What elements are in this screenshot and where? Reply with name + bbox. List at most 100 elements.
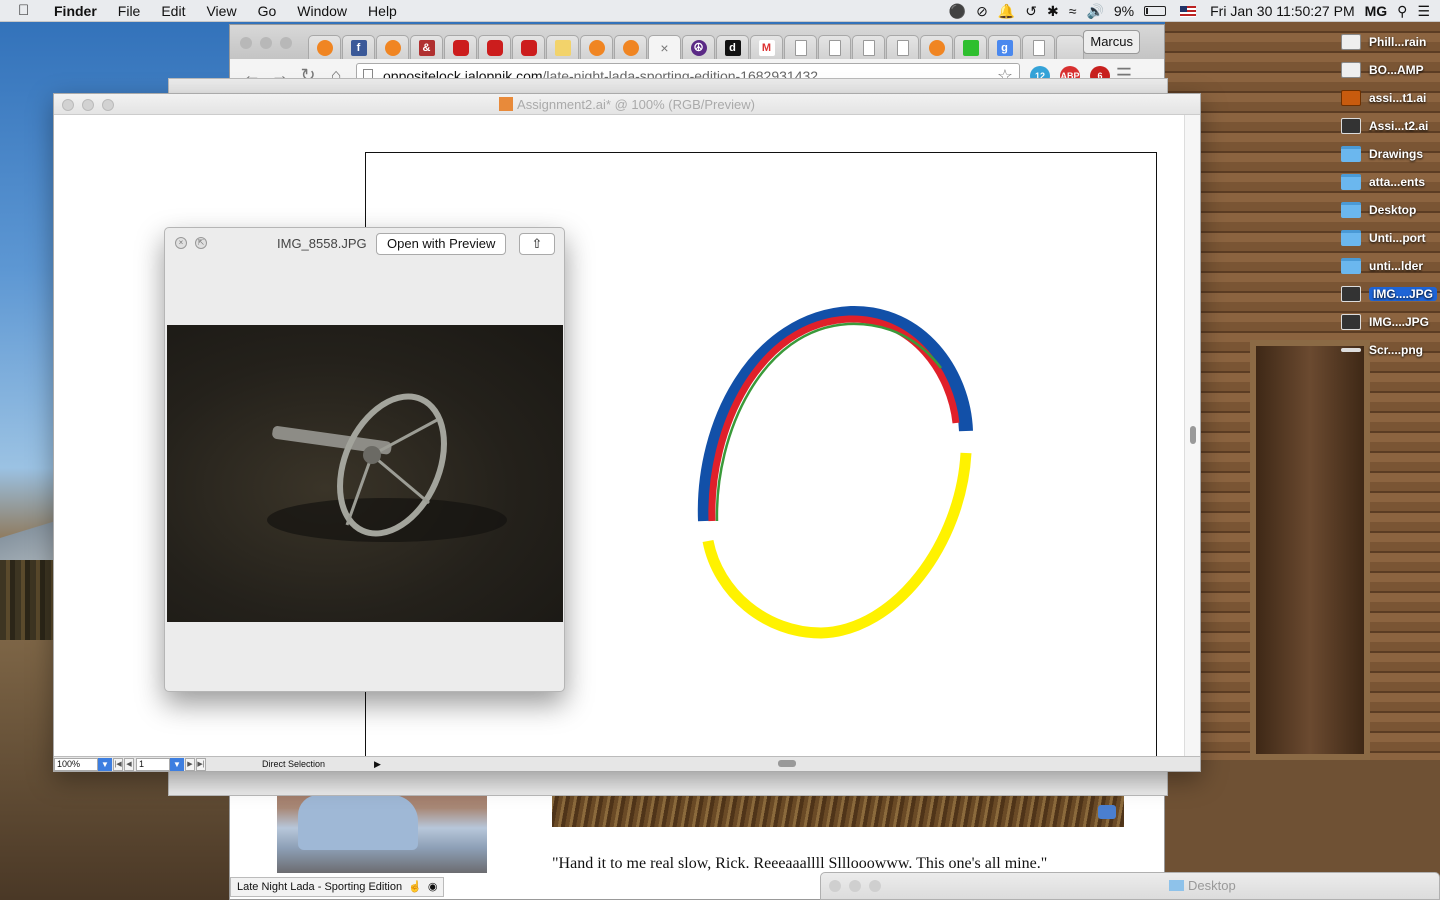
menu-go[interactable]: Go [258,3,277,19]
browser-tab[interactable]: M [750,35,783,59]
camera-icon[interactable] [1098,805,1116,819]
fullscreen-icon[interactable]: ⇱ [195,237,207,249]
close-window-button[interactable] [62,99,74,111]
browser-tab[interactable] [444,35,477,59]
zoom-field[interactable]: 100% [54,757,98,771]
desktop-icon-item[interactable]: Phill...rain [1338,28,1438,56]
notification-center-icon[interactable]: ☰ [1417,3,1430,20]
menu-edit[interactable]: Edit [161,3,185,19]
prev-artboard-icon[interactable]: ◀ [124,757,134,771]
minimize-window-button[interactable] [849,880,861,892]
zoom-window-button[interactable] [280,37,292,49]
close-window-button[interactable] [829,880,841,892]
battery-percent[interactable]: 9% [1114,3,1134,19]
browser-tab[interactable] [784,35,817,59]
browser-tab[interactable] [818,35,851,59]
clock[interactable]: Fri Jan 30 11:50:27 PM [1210,3,1354,19]
browser-tab[interactable]: × [648,35,681,59]
desktop-icon-item[interactable]: BO...AMP [1338,56,1438,84]
image-file-icon [1341,286,1361,302]
current-tool-label[interactable]: Direct Selection [262,759,374,769]
desktop-icon-item[interactable]: Assi...t2.ai [1338,112,1438,140]
minimize-window-button[interactable] [82,99,94,111]
browser-tab[interactable] [886,35,919,59]
browser-tab[interactable] [546,35,579,59]
desktop-icon-item[interactable]: Desktop [1338,196,1438,224]
finder-desktop-window[interactable]: Desktop [820,872,1440,900]
horizontal-scroll-thumb[interactable] [778,760,796,767]
spotlight-search-icon[interactable]: ⚲ [1397,3,1407,20]
desktop-icon-item[interactable]: Unti...port [1338,224,1438,252]
user-menu[interactable]: MG [1365,3,1388,19]
folder-icon [1341,230,1361,246]
tab-strip: f & × ☮ d Mg Marcus [230,25,1164,59]
app-menu[interactable]: Finder [54,3,97,19]
close-window-button[interactable] [240,37,252,49]
desktop-icon-item[interactable]: IMG....JPG [1338,280,1438,308]
time-machine-icon[interactable]: ↺ [1025,3,1037,20]
red-arc[interactable] [708,315,960,522]
desktop-icon-item[interactable]: atta...ents [1338,168,1438,196]
desktop-icon-item[interactable]: unti...lder [1338,252,1438,280]
browser-tab[interactable]: & [410,35,443,59]
browser-tab[interactable]: d [716,35,749,59]
browser-tab[interactable]: g [988,35,1021,59]
next-artboard-icon[interactable]: ▶ [185,757,195,771]
artboard-dropdown-icon[interactable]: ▼ [170,757,184,771]
quicklook-panel[interactable]: × ⇱ IMG_8558.JPG Open with Preview ⇧ [164,227,565,692]
battery-icon[interactable] [1144,6,1167,16]
notification-bell-icon[interactable]: 🔔 [998,3,1015,20]
desktop-icon-item[interactable]: IMG....JPG [1338,308,1438,336]
volume-icon[interactable]: 🔊 [1086,3,1103,20]
zoom-window-button[interactable] [869,880,881,892]
wifi-icon[interactable]: ≈ [1069,3,1077,19]
browser-tab[interactable] [954,35,987,59]
input-source-flag-icon[interactable] [1180,5,1197,17]
desktop-icons: Phill...rain BO...AMP assi...t1.ai Assi...t… [1338,28,1438,364]
browser-tab[interactable] [376,35,409,59]
browser-tab[interactable] [580,35,613,59]
artboard-number-field[interactable]: 1 [136,757,170,771]
browser-tab[interactable] [1022,35,1055,59]
menu-view[interactable]: View [206,3,236,19]
browser-tab[interactable] [308,35,341,59]
menu-file[interactable]: File [118,3,141,19]
browser-tab[interactable] [512,35,545,59]
menu-help[interactable]: Help [368,3,397,19]
desktop-icon-label: Phill...rain [1369,35,1427,49]
blue-arc[interactable] [697,305,973,522]
last-artboard-icon[interactable]: ▶| [196,757,206,771]
link-status-tooltip: Late Night Lada - Sporting Edition ☝ ◉ [230,877,445,897]
vertical-scrollbar[interactable] [1184,115,1200,758]
close-icon[interactable]: × [175,237,187,249]
green-arc[interactable] [715,322,942,522]
illustrator-statusbar: 100% ▼ |◀ ◀ 1 ▼ ▶ ▶| Direct Selection ▶ [54,756,1200,771]
profile-button[interactable]: Marcus [1083,30,1140,54]
bluetooth-icon[interactable]: ✱ [1047,3,1059,20]
minimize-window-button[interactable] [260,37,272,49]
zoom-dropdown-icon[interactable]: ▼ [98,757,112,771]
browser-tab[interactable] [614,35,647,59]
desktop-icon-item[interactable]: Scr....png [1338,336,1438,364]
browser-tab[interactable] [852,35,885,59]
new-tab-button[interactable] [1056,35,1084,59]
document-icon [1341,62,1361,78]
desktop-icon-item[interactable]: assi...t1.ai [1338,84,1438,112]
notification-app-icon[interactable]: ⚫ [949,3,966,20]
orange-circle-favicon-icon [316,39,333,56]
do-not-disturb-icon[interactable]: ⊘ [976,3,988,20]
browser-tab[interactable] [478,35,511,59]
zoom-window-button[interactable] [102,99,114,111]
menu-window[interactable]: Window [297,3,347,19]
scroll-thumb[interactable] [1190,426,1196,444]
browser-tab[interactable]: ☮ [682,35,715,59]
status-menu-arrow-icon[interactable]: ▶ [374,759,381,770]
browser-tab[interactable] [920,35,953,59]
first-artboard-icon[interactable]: |◀ [113,757,123,771]
open-with-preview-button[interactable]: Open with Preview [376,233,507,255]
desktop-icon-item[interactable]: Drawings [1338,140,1438,168]
yellow-arc[interactable] [702,452,972,639]
apple-menu-icon[interactable]:  [18,2,38,19]
share-icon[interactable]: ⇧ [519,233,555,255]
browser-tab[interactable]: f [342,35,375,59]
